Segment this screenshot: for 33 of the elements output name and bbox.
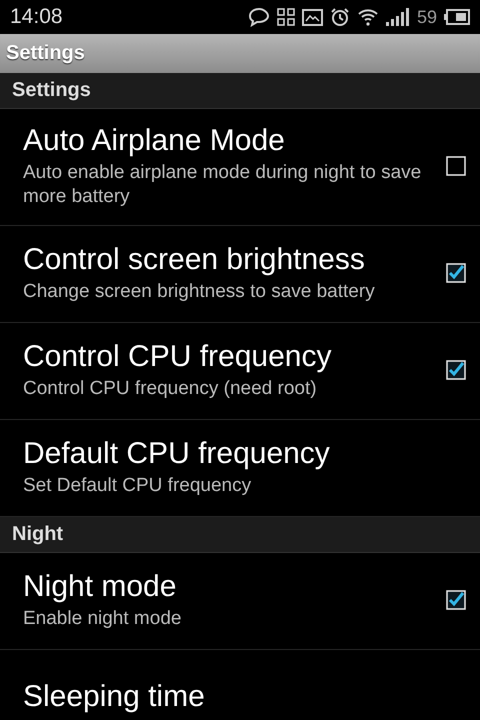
- preference-title: Auto Airplane Mode: [23, 123, 286, 159]
- preference-summary: Enable night mode: [23, 607, 182, 631]
- preference-row[interactable]: Night mode Enable night mode: [0, 553, 480, 649]
- preference-summary: Auto enable airplane mode during night to save more battery: [23, 161, 422, 209]
- battery-icon: [444, 9, 470, 25]
- battery-percent: 59: [416, 6, 437, 28]
- preference-title: Default CPU frequency: [23, 436, 331, 472]
- checkbox[interactable]: [446, 590, 466, 610]
- alarm-clock-icon: [330, 7, 350, 27]
- grid-icon: [276, 8, 295, 26]
- checkbox[interactable]: [446, 263, 466, 283]
- preference-summary: Control CPU frequency (need root): [23, 377, 318, 401]
- image-icon: [302, 8, 323, 26]
- preference-title: Sleeping time: [23, 679, 206, 715]
- preference-title: Control CPU frequency: [23, 339, 332, 375]
- preference-row[interactable]: Default CPU frequency Set Default CPU frequency: [0, 420, 480, 516]
- preference-row[interactable]: Sleeping time: [0, 650, 480, 720]
- checkbox[interactable]: [446, 360, 466, 380]
- title-bar: Settings: [0, 34, 480, 73]
- preference-title: Control screen brightness: [23, 242, 366, 278]
- preference-row[interactable]: Control CPU frequency Control CPU frequency (need root): [0, 323, 480, 419]
- section-header: Night: [0, 517, 480, 553]
- preference-summary: Set Default CPU frequency: [23, 474, 252, 498]
- clock-time: 14:08: [10, 5, 64, 29]
- chat-bubble-icon: [248, 7, 270, 27]
- preference-title: Night mode: [23, 569, 178, 605]
- preference-row[interactable]: Control screen brightness Change screen brightness to save battery: [0, 226, 480, 322]
- preference-row[interactable]: Auto Airplane Mode Auto enable airplane mode during night to save more battery: [0, 109, 480, 225]
- wifi-icon: [356, 8, 379, 26]
- signal-icon: [386, 8, 410, 26]
- checkbox[interactable]: [446, 156, 466, 176]
- section-header: Settings: [0, 73, 480, 109]
- preference-summary: Change screen brightness to save battery: [23, 280, 376, 304]
